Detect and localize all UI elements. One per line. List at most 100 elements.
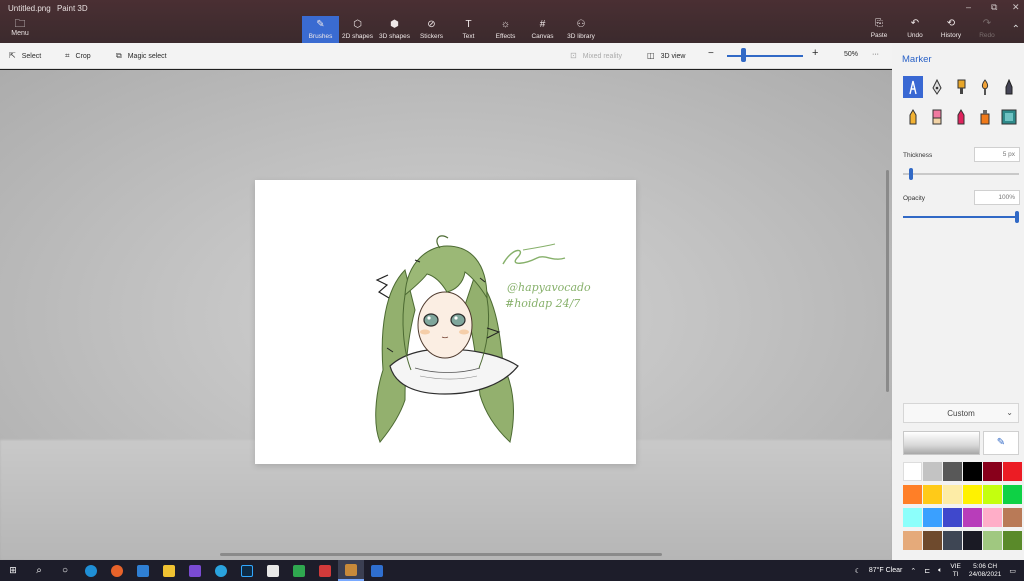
color-swatch[interactable] (923, 462, 942, 481)
zoom-out-button[interactable]: − (708, 48, 714, 59)
volume-icon[interactable]: 🔈︎ (938, 567, 942, 575)
color-swatch[interactable] (903, 462, 922, 481)
taskbar-telegram[interactable] (208, 560, 234, 581)
tray-chevron-icon[interactable]: ⌃ (910, 567, 916, 575)
zoom-in-button[interactable]: + (812, 47, 818, 59)
color-swatch[interactable] (963, 508, 982, 527)
color-swatch[interactable] (903, 508, 922, 527)
clock[interactable]: 5:06 CH 24/08/2021 (969, 563, 1002, 579)
zoom-slider-thumb[interactable] (741, 48, 747, 62)
color-swatch[interactable] (923, 531, 942, 550)
color-swatch[interactable] (963, 462, 982, 481)
taskbar-camtasia[interactable] (286, 560, 312, 581)
language-indicator[interactable]: VIE TI (950, 563, 960, 579)
pencil-brush[interactable] (903, 106, 923, 128)
crayon-brush[interactable] (951, 106, 971, 128)
color-mode-dropdown[interactable]: Custom ⌄ (903, 403, 1019, 423)
search-button[interactable]: ⌕ (26, 560, 52, 581)
vertical-scrollbar[interactable] (886, 170, 889, 392)
color-swatch[interactable] (963, 531, 982, 550)
magic-select-button[interactable]: ⧉ Magic select (116, 51, 167, 61)
mixed-reality-button[interactable]: ⊡ Mixed reality (570, 51, 622, 60)
current-color-swatch[interactable] (903, 431, 980, 455)
paste-button[interactable]: ⎘ Paste (861, 18, 897, 39)
telegram-icon (215, 564, 227, 577)
thickness-slider[interactable] (903, 173, 1019, 175)
zoom-slider[interactable] (727, 55, 803, 57)
taskbar-photoshop[interactable] (234, 560, 260, 581)
taskbar-explorer[interactable] (156, 560, 182, 581)
tab-stickers[interactable]: ⊘ Stickers (413, 16, 450, 43)
minimize-icon[interactable]: – (966, 2, 971, 12)
color-swatch[interactable] (903, 531, 922, 550)
3d-view-button[interactable]: ◫ 3D view (647, 51, 685, 60)
color-swatch[interactable] (983, 485, 1002, 504)
tab-3d-shapes[interactable]: ⬢ 3D shapes (376, 16, 413, 43)
watercolor-brush[interactable] (975, 76, 995, 98)
tab-effects[interactable]: ☼ Effects (487, 16, 524, 43)
redo-button[interactable]: ↷ Redo (969, 18, 1005, 39)
tab-text[interactable]: T Text (450, 16, 487, 43)
color-swatch[interactable] (943, 485, 962, 504)
cortana-button[interactable]: ○ (52, 560, 78, 581)
thickness-slider-thumb[interactable] (908, 168, 913, 180)
color-swatch[interactable] (903, 485, 922, 504)
color-swatch[interactable] (943, 508, 962, 527)
color-swatch[interactable] (943, 462, 962, 481)
history-button[interactable]: ⟲ History (933, 18, 969, 39)
menu-button[interactable]: 🗀 Menu (6, 18, 34, 37)
weather-text[interactable]: 87°F Clear (869, 567, 903, 574)
color-swatch[interactable] (1003, 462, 1022, 481)
oil-brush[interactable] (951, 76, 971, 98)
system-tray: ☾ 87°F Clear ⌃ ⊏ 🔈︎ VIE TI 5:06 CH 24/08… (855, 560, 1024, 581)
color-swatch[interactable] (943, 531, 962, 550)
taskbar-edge[interactable] (78, 560, 104, 581)
taskbar-mail[interactable] (130, 560, 156, 581)
tab-3d-library[interactable]: ⚇ 3D library (561, 16, 601, 43)
taskbar-firefox[interactable] (104, 560, 130, 581)
crop-button[interactable]: ⌗ Crop (65, 51, 91, 61)
color-mode-label: Custom (947, 409, 975, 418)
drawing-canvas[interactable]: @hapyavocado #hoidap 24/7 (255, 180, 636, 464)
undo-button[interactable]: ↶ Undo (897, 18, 933, 39)
opacity-slider[interactable] (903, 216, 1019, 218)
color-swatch[interactable] (963, 485, 982, 504)
thickness-input[interactable]: 5 px (974, 147, 1020, 162)
color-swatch[interactable] (1003, 531, 1022, 550)
marker-brush[interactable] (903, 76, 923, 98)
color-swatch[interactable] (983, 508, 1002, 527)
color-swatch[interactable] (983, 462, 1002, 481)
collapse-ribbon-icon[interactable]: ⌃ (1012, 24, 1020, 35)
color-swatch[interactable] (983, 531, 1002, 550)
color-swatch[interactable] (1003, 508, 1022, 527)
tab-2d-shapes[interactable]: ⬡ 2D shapes (339, 16, 376, 43)
taskbar-notepad[interactable] (260, 560, 286, 581)
eraser-brush[interactable] (927, 106, 947, 128)
close-icon[interactable]: ✕ (1012, 2, 1020, 13)
network-icon[interactable]: ⊏ (924, 567, 930, 575)
taskbar-app-triangle[interactable] (182, 560, 208, 581)
fill-brush[interactable] (999, 106, 1019, 128)
color-swatch[interactable] (923, 508, 942, 527)
taskbar-paint3d[interactable] (364, 560, 390, 581)
pixel-pen-brush[interactable] (999, 76, 1019, 98)
notifications-icon[interactable]: ▭ (1009, 567, 1016, 575)
select-button[interactable]: ⇱ Select (9, 51, 41, 60)
tab-brushes[interactable]: ✎ Brushes (302, 16, 339, 43)
magic-select-label: Magic select (127, 53, 167, 60)
horizontal-scrollbar[interactable] (220, 553, 662, 556)
color-swatch[interactable] (1003, 485, 1022, 504)
opacity-slider-thumb[interactable] (1015, 211, 1019, 223)
magic-select-icon: ⧉ (116, 51, 122, 60)
color-swatch[interactable] (923, 485, 942, 504)
calligraphy-pen-brush[interactable] (927, 76, 947, 98)
spray-can-brush[interactable] (975, 106, 995, 128)
opacity-input[interactable]: 100% (974, 190, 1020, 205)
taskbar-app-active[interactable] (338, 560, 364, 581)
taskbar-app-grid[interactable] (312, 560, 338, 581)
tab-canvas[interactable]: # Canvas (524, 16, 561, 43)
more-options-button[interactable]: ··· (872, 51, 879, 58)
maximize-icon[interactable]: ⧉ (991, 2, 997, 13)
start-button[interactable]: ⊞ (0, 560, 26, 581)
eyedropper-button[interactable]: ✎ (983, 431, 1019, 455)
